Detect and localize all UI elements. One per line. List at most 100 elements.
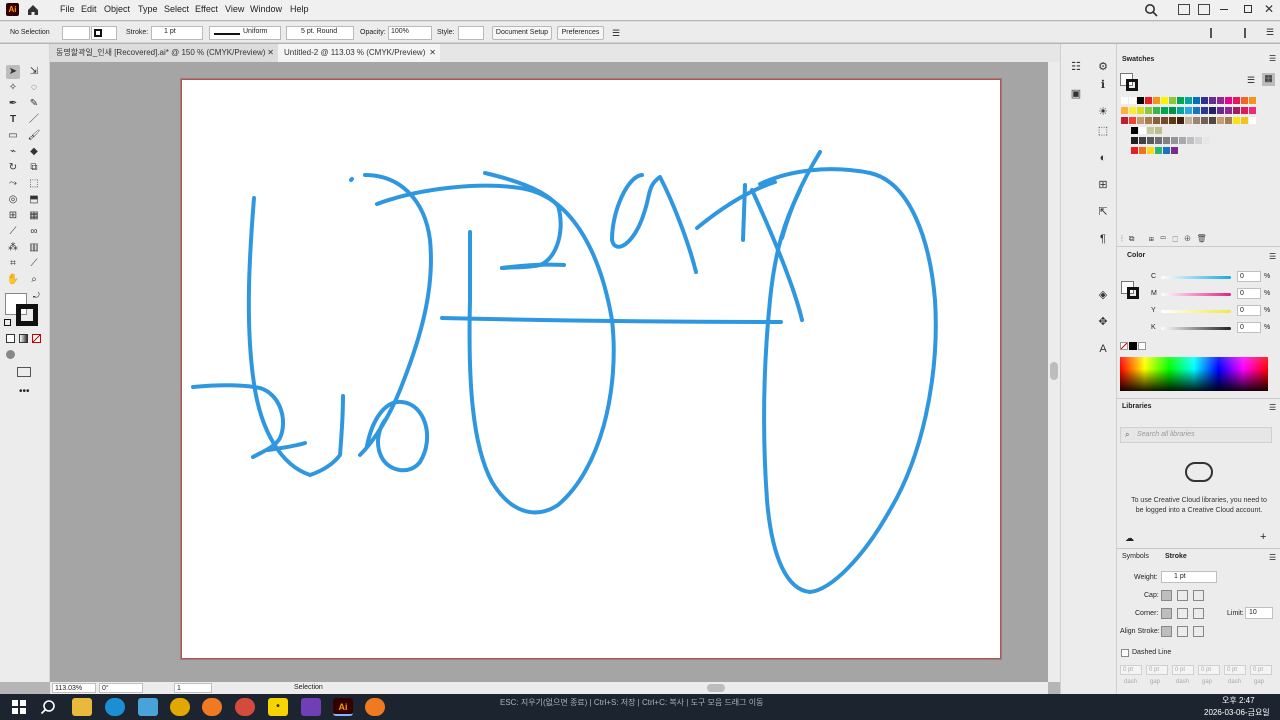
swatch[interactable]	[1169, 97, 1176, 104]
gap-field[interactable]: 0 pt	[1250, 665, 1272, 675]
gradient-mode-icon[interactable]	[19, 334, 28, 343]
warp-tool-icon[interactable]: ⤳	[6, 177, 20, 191]
butt-cap-button[interactable]	[1161, 590, 1172, 601]
swatch[interactable]	[1241, 107, 1248, 114]
swatch[interactable]	[1153, 107, 1160, 114]
transparency-icon[interactable]: ◐	[1094, 149, 1112, 167]
transform-icon[interactable]: ⬚	[1094, 122, 1112, 140]
chrome-profile-icon[interactable]	[235, 698, 255, 716]
opacity-field[interactable]: 100%	[388, 26, 432, 40]
swatch[interactable]	[1203, 137, 1210, 144]
swatch[interactable]	[1209, 117, 1216, 124]
panel-menu-icon[interactable]: ☰	[1266, 27, 1274, 38]
swatch[interactable]	[1177, 97, 1184, 104]
align-inside-button[interactable]	[1177, 626, 1188, 637]
gradient-panel-icon[interactable]: ▣	[1067, 85, 1085, 103]
vscroll-thumb[interactable]	[1050, 362, 1058, 380]
minimize-icon[interactable]	[1220, 9, 1228, 10]
channel-slider-c[interactable]	[1161, 276, 1231, 279]
color-menu-icon[interactable]: ☰	[1269, 252, 1276, 261]
export-icon[interactable]: ⇱	[1094, 203, 1112, 221]
swatches-title[interactable]: Swatches	[1122, 52, 1154, 68]
pen-tool-icon[interactable]: ✒	[6, 97, 20, 111]
properties-icon[interactable]: ☷	[1067, 58, 1085, 76]
paragraph-icon[interactable]: ¶	[1094, 230, 1112, 248]
menu-effect[interactable]: Effect	[195, 4, 218, 14]
hand-tool-icon[interactable]: ✋	[6, 273, 20, 287]
stroke-color-box[interactable]	[16, 304, 38, 326]
align-outside-button[interactable]	[1193, 626, 1204, 637]
gradient-tool-icon[interactable]: ▦	[27, 209, 41, 223]
swatch[interactable]	[1147, 137, 1154, 144]
channel-slider-y[interactable]	[1161, 310, 1231, 313]
symbol-sprayer-tool-icon[interactable]: ⁂	[6, 241, 20, 255]
swatch[interactable]	[1121, 117, 1128, 124]
gap-field[interactable]: 0 pt	[1146, 665, 1168, 675]
shape-builder-tool-icon[interactable]: ◎	[6, 193, 20, 207]
swatch[interactable]	[1209, 97, 1216, 104]
lasso-tool-icon[interactable]: ◌	[27, 81, 41, 95]
rectangle-tool-icon[interactable]: ▭	[6, 129, 20, 143]
home-icon[interactable]	[26, 3, 40, 17]
channel-value-c[interactable]: 0	[1237, 271, 1261, 282]
swatch[interactable]	[1187, 137, 1194, 144]
stroke-weight-field[interactable]: 1 pt	[151, 26, 203, 40]
swatch[interactable]	[1241, 97, 1248, 104]
round-cap-button[interactable]	[1177, 590, 1188, 601]
white-color-swatch[interactable]	[1138, 342, 1146, 350]
swatch[interactable]	[1193, 117, 1200, 124]
swatch[interactable]	[1121, 97, 1128, 104]
channel-slider-m[interactable]	[1161, 293, 1231, 296]
channel-value-k[interactable]: 0	[1237, 322, 1261, 333]
swatch[interactable]	[1201, 117, 1208, 124]
swatch[interactable]	[1155, 127, 1162, 134]
color-stroke-indicator[interactable]	[1127, 287, 1139, 299]
menu-select[interactable]: Select	[164, 4, 189, 14]
align-icons[interactable]	[1210, 28, 1246, 38]
fill-swatch[interactable]	[62, 26, 90, 40]
brush-definition[interactable]: 5 pt. Round	[286, 26, 354, 40]
swatch[interactable]	[1129, 117, 1136, 124]
swatch[interactable]	[1171, 137, 1178, 144]
line-tool-icon[interactable]: ／	[27, 113, 41, 127]
swatch[interactable]	[1179, 137, 1186, 144]
zoom-field[interactable]: 113.03%	[52, 683, 96, 693]
stroke-menu-icon[interactable]: ☰	[1269, 553, 1276, 562]
appearance-icon[interactable]: ⚙	[1094, 58, 1112, 76]
magic-wand-tool-icon[interactable]: ✧	[6, 81, 20, 95]
swatch[interactable]	[1193, 97, 1200, 104]
draw-mode-icon[interactable]	[6, 350, 15, 359]
swatch[interactable]	[1195, 137, 1202, 144]
artboard-navigator[interactable]: 1	[174, 683, 212, 693]
kakaotalk-icon[interactable]: •	[268, 698, 288, 716]
perspective-grid-tool-icon[interactable]: ⬒	[27, 193, 41, 207]
artboard-tool-icon[interactable]: ⌗	[6, 257, 20, 271]
add-library-icon[interactable]: +	[1260, 531, 1266, 543]
preferences-button[interactable]: Preferences	[557, 26, 604, 40]
close-icon[interactable]: ✕	[1264, 2, 1274, 16]
swatch[interactable]	[1169, 107, 1176, 114]
swatch[interactable]	[1233, 97, 1240, 104]
color-mode-icon[interactable]	[6, 334, 15, 343]
swatch[interactable]	[1129, 97, 1136, 104]
workspace-icon[interactable]	[1198, 4, 1210, 15]
libraries-menu-icon[interactable]: ☰	[1269, 403, 1276, 412]
swatch[interactable]	[1161, 107, 1168, 114]
swatch[interactable]	[1193, 107, 1200, 114]
swatch[interactable]	[1217, 97, 1224, 104]
swatch[interactable]	[1225, 117, 1232, 124]
graphic-style-picker[interactable]	[458, 26, 484, 40]
swatch[interactable]	[1147, 147, 1154, 154]
menu-file[interactable]: File	[60, 4, 75, 14]
swatch[interactable]	[1185, 117, 1192, 124]
blend-tool-icon[interactable]: ∞	[27, 225, 41, 239]
libraries-title[interactable]: Libraries	[1122, 399, 1152, 415]
swatch[interactable]	[1145, 97, 1152, 104]
stroke-swatch[interactable]	[91, 26, 117, 40]
swatch[interactable]	[1131, 137, 1138, 144]
hscroll-thumb[interactable]	[707, 684, 725, 692]
swatch[interactable]	[1137, 97, 1144, 104]
black-color-swatch[interactable]	[1129, 342, 1137, 350]
arrange-documents-icon[interactable]	[1178, 4, 1190, 15]
swatch[interactable]	[1249, 117, 1256, 124]
